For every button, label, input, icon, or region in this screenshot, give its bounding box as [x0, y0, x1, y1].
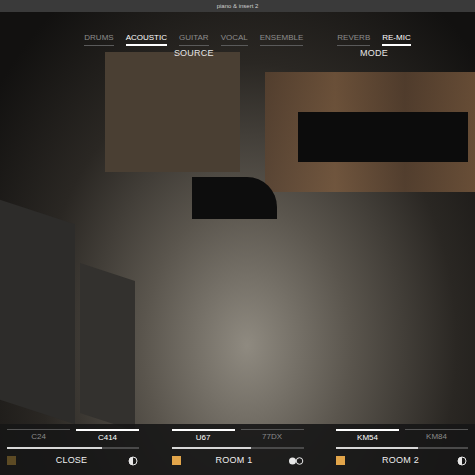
room-view: DRUMSACOUSTICGUITARVOCALENSEMBLE SOURCE RE… — [0, 12, 475, 475]
mono-icon[interactable] — [127, 456, 139, 466]
channel-label: ROOM 2 — [345, 454, 456, 467]
group-label: SOURCE — [174, 46, 214, 60]
mic-panel: C24C414 CLOSE U6777DX ROOM 1 KM54KM84 ROOM 2 — [0, 424, 475, 475]
mic-channel: KM54KM84 ROOM 2 — [333, 429, 471, 467]
room-render — [0, 12, 475, 475]
mode-tabs: REVERBRE-MICMODE — [331, 32, 416, 60]
mic-option[interactable]: C414 — [73, 429, 142, 444]
level-slider[interactable] — [336, 447, 468, 449]
mic-option[interactable]: C24 — [4, 429, 73, 444]
mic-option[interactable]: 77DX — [238, 429, 307, 444]
tab[interactable]: GUITAR — [173, 32, 215, 46]
channel-swatch[interactable] — [336, 456, 345, 465]
tab[interactable]: RE-MIC — [376, 32, 416, 46]
mic-channel: U6777DX ROOM 1 — [169, 429, 307, 467]
channel-label: CLOSE — [16, 454, 127, 467]
level-slider[interactable] — [172, 447, 304, 449]
channel-swatch[interactable] — [7, 456, 16, 465]
stereo-icon[interactable] — [288, 456, 304, 466]
level-slider[interactable] — [7, 447, 139, 449]
mic-option[interactable]: KM84 — [402, 429, 471, 444]
tab[interactable]: DRUMS — [78, 32, 119, 46]
mono-icon[interactable] — [456, 456, 468, 466]
channel-label: ROOM 1 — [181, 454, 288, 467]
top-controls: DRUMSACOUSTICGUITARVOCALENSEMBLE SOURCE RE… — [0, 12, 475, 60]
tab[interactable]: REVERB — [331, 32, 376, 46]
title-bar: piano & insert 2 — [0, 0, 475, 12]
mic-option[interactable]: KM54 — [333, 429, 402, 444]
source-tabs: DRUMSACOUSTICGUITARVOCALENSEMBLE SOURCE — [78, 32, 309, 60]
mic-option[interactable]: U67 — [169, 429, 238, 444]
app-window: piano & insert 2DRUMSACOUSTICGUITARVOCAL… — [0, 0, 475, 475]
tab[interactable]: ACOUSTIC — [120, 32, 173, 46]
mic-channel: C24C414 CLOSE — [4, 429, 142, 467]
tab[interactable]: VOCAL — [215, 32, 254, 46]
tab[interactable]: ENSEMBLE — [254, 32, 310, 46]
channel-swatch[interactable] — [172, 456, 181, 465]
group-label: MODE — [360, 46, 388, 60]
